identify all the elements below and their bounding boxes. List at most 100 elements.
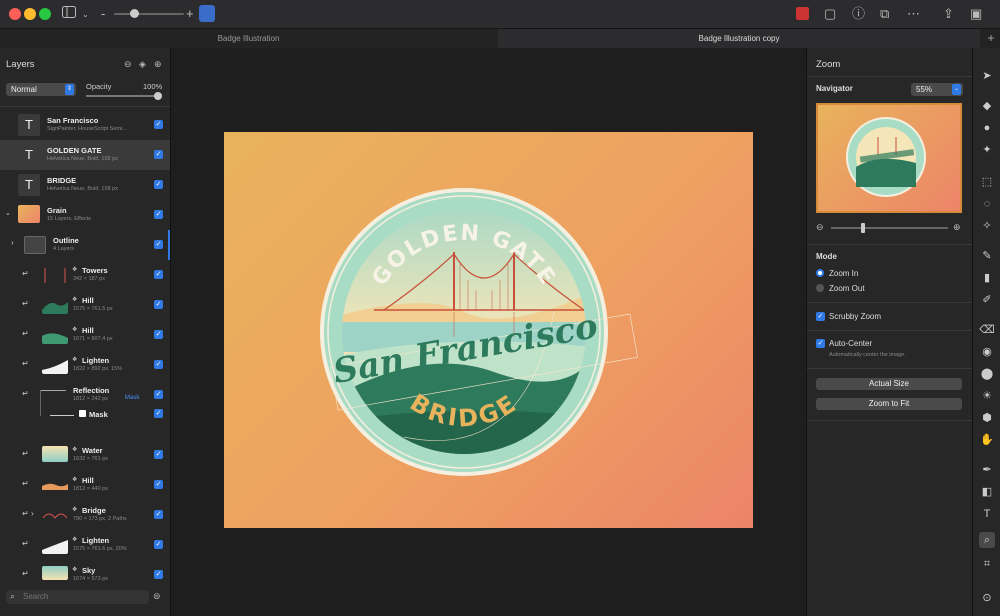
new-tab-icon[interactable]: + (982, 29, 1000, 48)
mask-badge[interactable]: Mask (125, 395, 139, 401)
inspector-toggle-icon[interactable]: ▣ (970, 6, 982, 22)
navigator-zoom-knob[interactable] (861, 223, 865, 233)
layer-row-reflection[interactable]: ↵ Reflection 1812 × 242 px Mask ✓ Mask ✓ (0, 380, 170, 440)
tab-badge-illustration-copy[interactable]: Badge Illustration copy (498, 29, 980, 48)
visibility-checkbox[interactable]: ✓ (154, 390, 163, 399)
visibility-checkbox[interactable]: ✓ (154, 360, 163, 369)
magic-wand-icon[interactable]: ✧ (979, 218, 995, 234)
close-window-button[interactable] (9, 8, 21, 20)
visibility-checkbox[interactable]: ✓ (154, 210, 163, 219)
paint-bucket-icon[interactable]: ◆ (979, 98, 995, 114)
add-layer-icon[interactable]: ⊕ (154, 59, 162, 70)
blur-icon[interactable]: ⬤ (979, 366, 995, 382)
layer-row-grain[interactable]: ⌄ Grain 15 Layers, Effects ✓ (0, 200, 170, 230)
chevron-down-icon[interactable]: ⌄ (82, 7, 89, 23)
visibility-checkbox[interactable]: ✓ (154, 450, 163, 459)
navigator-preview[interactable] (816, 103, 962, 213)
pen-icon[interactable]: ✒ (979, 462, 995, 478)
layer-row-outline[interactable]: › Outline 4 Layers ✓ (0, 230, 170, 260)
layer-row-towers[interactable]: ↵ ❖ Towers 342 × 187 px ✓ (0, 260, 170, 290)
export-icon[interactable]: ⧉ (880, 6, 889, 22)
more-icon[interactable]: ⋯ (907, 6, 920, 22)
chevron-right-icon[interactable]: › (11, 238, 14, 247)
brush-icon[interactable]: ✎ (979, 248, 995, 264)
visibility-checkbox[interactable]: ✓ (154, 570, 163, 579)
hand-icon[interactable]: ✋ (979, 432, 995, 448)
clone-icon[interactable]: ◉ (979, 344, 995, 360)
zoom-tool-icon[interactable]: ⌕ (979, 532, 995, 548)
info-icon[interactable]: ⓘ (852, 6, 865, 22)
visibility-checkbox[interactable]: ✓ (154, 409, 163, 418)
layer-row-hill-3[interactable]: ↵ ❖ Hill 1812 × 440 px ✓ (0, 470, 170, 500)
sidebar-toggle-icon[interactable] (62, 6, 76, 22)
layer-row-bridge[interactable]: ↵ › ❖ Bridge 790 × 173 px, 2 Paths ✓ (0, 500, 170, 530)
visibility-checkbox[interactable]: ✓ (154, 240, 163, 249)
collapse-icon[interactable]: ⊖ (124, 59, 132, 70)
visibility-checkbox[interactable]: ✓ (154, 540, 163, 549)
visibility-checkbox[interactable]: ✓ (154, 120, 163, 129)
rectangle-select-icon[interactable]: ⬚ (979, 174, 995, 190)
visibility-checkbox[interactable]: ✓ (154, 300, 163, 309)
layers-stack-icon[interactable]: ◈ (139, 59, 146, 70)
layer-row-water[interactable]: ↵ ❖ Water 1632 × 761 px ✓ (0, 440, 170, 470)
opacity-slider-knob[interactable] (154, 92, 162, 100)
crop-icon[interactable]: ⌗ (979, 556, 995, 572)
layer-row-sky[interactable]: ↵ ❖ Sky 1674 × 573 px ✓ (0, 560, 170, 590)
auto-center-checkbox[interactable]: ✓ (816, 339, 825, 348)
zoom-slider-track[interactable] (114, 9, 184, 18)
zoom-out-icon[interactable]: ⊖ (816, 222, 824, 233)
layer-name: Bridge (82, 506, 106, 515)
zoom-slider-knob[interactable] (130, 9, 139, 18)
zoom-level-select[interactable]: 55% ⌄ (911, 83, 963, 96)
zoom-in-icon[interactable]: ⊕ (953, 222, 961, 233)
layer-row-hill-2[interactable]: ↵ ❖ Hill 1671 × 807.4 px ✓ (0, 320, 170, 350)
zoom-to-fit-button[interactable]: Zoom to Fit (816, 398, 962, 410)
image-icon[interactable]: ▢ (824, 6, 836, 22)
layout-icon[interactable] (199, 5, 215, 22)
tab-badge-illustration[interactable]: Badge Illustration (0, 29, 497, 48)
color-adjust-icon[interactable]: ● (979, 120, 995, 136)
layer-row-lighten-2[interactable]: ↵ ❖ Lighten 1575 × 761.6 px, 20% ✓ (0, 530, 170, 560)
layer-row-golden-gate[interactable]: T GOLDEN GATE Helvetica Neue, Bold, 158 … (0, 140, 170, 170)
layer-row-lighten[interactable]: ↵ ❖ Lighten 1822 × 892 px, 15% ✓ (0, 350, 170, 380)
layer-row-bridge-text[interactable]: T BRIDGE Helvetica Neue, Bold, 158 px ✓ (0, 170, 170, 200)
visibility-checkbox[interactable]: ✓ (154, 270, 163, 279)
lasso-icon[interactable]: ◌ (979, 196, 995, 212)
more-tools-icon[interactable]: ⊙ (979, 590, 995, 606)
sponge-icon[interactable]: ⬢ (979, 410, 995, 426)
pencil-icon[interactable]: ✐ (979, 292, 995, 308)
visibility-checkbox[interactable]: ✓ (154, 180, 163, 189)
shape-tool-icon[interactable]: ◧ (979, 484, 995, 500)
actual-size-button[interactable]: Actual Size (816, 378, 962, 390)
eraser-icon[interactable]: ⌫ (979, 322, 995, 338)
effects-star-icon[interactable]: ✦ (979, 142, 995, 158)
arrow-tool-icon[interactable]: ➤ (979, 68, 995, 84)
visibility-checkbox[interactable]: ✓ (154, 510, 163, 519)
zoom-out-minus-icon[interactable]: - (101, 6, 105, 22)
zoom-in-plus-icon[interactable]: + (186, 6, 194, 22)
color-icon[interactable] (796, 7, 809, 20)
blend-mode-select[interactable]: Normal ⇕ (6, 83, 76, 96)
filter-icon[interactable]: ⊜ (153, 591, 161, 602)
sun-icon[interactable]: ☀ (979, 388, 995, 404)
scrubby-zoom-checkbox[interactable]: ✓ (816, 312, 825, 321)
share-icon[interactable]: ⇪ (943, 6, 954, 22)
opacity-slider[interactable] (86, 92, 162, 100)
search-field[interactable]: ⌕ Search (6, 590, 149, 604)
navigator-zoom-slider[interactable] (831, 223, 948, 233)
chevron-down-icon[interactable]: ⌄ (5, 209, 11, 217)
zoom-window-button[interactable] (39, 8, 51, 20)
chevron-right-icon[interactable]: › (31, 509, 34, 518)
visibility-checkbox[interactable]: ✓ (154, 150, 163, 159)
canvas-area[interactable]: GOLDEN GATE San Francisco BRIDGE (171, 48, 805, 616)
minimize-window-button[interactable] (24, 8, 36, 20)
zoom-out-radio[interactable] (816, 284, 824, 292)
type-tool-icon[interactable]: T (979, 506, 995, 522)
visibility-checkbox[interactable]: ✓ (154, 330, 163, 339)
visibility-checkbox[interactable]: ✓ (154, 480, 163, 489)
zoom-in-radio[interactable] (816, 269, 824, 277)
artboard[interactable]: GOLDEN GATE San Francisco BRIDGE (224, 132, 753, 528)
layer-row-hill[interactable]: ↵ ❖ Hill 1575 × 761.5 px ✓ (0, 290, 170, 320)
fill-icon[interactable]: ▮ (979, 270, 995, 286)
layer-row-san-francisco[interactable]: T San Francisco SignPainter, HouseScript… (0, 110, 170, 140)
